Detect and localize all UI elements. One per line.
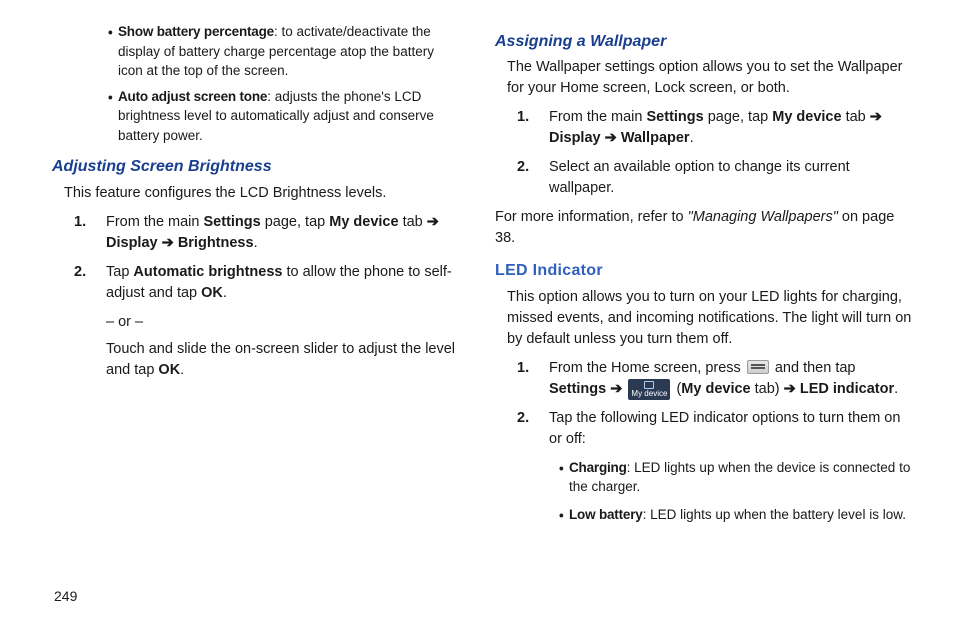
bullet-rest: : LED lights up when the battery level i…	[643, 507, 906, 522]
settings-label: Settings	[647, 109, 704, 125]
bullet-dot-icon: •	[559, 506, 564, 526]
page-number: 249	[54, 586, 77, 606]
text: and then tap	[771, 360, 856, 376]
step-number: 2.	[517, 408, 529, 429]
text: From the Home screen, press	[549, 360, 745, 376]
settings-label: Settings	[204, 214, 261, 230]
step-1: 1. From the main Settings page, tap My d…	[74, 212, 459, 254]
display-label: Display	[549, 130, 601, 146]
text: Select an available option to change its…	[549, 159, 850, 196]
step-number: 2.	[517, 157, 529, 178]
led-indicator-label: LED indicator	[800, 381, 894, 397]
bullet-lead: Low battery	[569, 507, 643, 522]
text: .	[894, 381, 898, 397]
bullet-lead: Auto adjust screen tone	[118, 89, 267, 104]
text: tab	[842, 109, 870, 125]
mydevice-label: My device	[772, 109, 841, 125]
xref-title: "Managing Wallpapers"	[688, 209, 838, 225]
led-sub-bullets: • Charging: LED lights up when the devic…	[559, 458, 914, 525]
mydevice-label: My device	[681, 381, 750, 397]
settings-label: Settings	[549, 381, 606, 397]
text: From the main	[549, 109, 647, 125]
display-label: Display	[106, 235, 158, 251]
text: .	[180, 362, 184, 378]
led-intro: This option allows you to turn on your L…	[507, 287, 914, 350]
my-device-tab-icon: My device	[628, 379, 670, 400]
arrow-icon: ➔	[427, 212, 439, 233]
auto-brightness-label: Automatic brightness	[133, 264, 282, 280]
step-number: 1.	[517, 358, 529, 379]
bullet-lead: Show battery percentage	[118, 24, 274, 39]
alt-instruction: Touch and slide the on-screen slider to …	[106, 339, 459, 381]
right-column: Assigning a Wallpaper The Wallpaper sett…	[495, 22, 914, 532]
bullet-dot-icon: •	[559, 459, 564, 479]
bullet-show-battery: • Show battery percentage: to activate/d…	[108, 22, 459, 81]
text: Tap the following LED indicator options …	[549, 410, 900, 447]
icon-label: My device	[631, 383, 667, 398]
text: For more information, refer to	[495, 209, 688, 225]
left-column: • Show battery percentage: to activate/d…	[40, 22, 459, 532]
text: .	[690, 130, 694, 146]
display-options-bullets: • Show battery percentage: to activate/d…	[40, 22, 459, 145]
step-2: 2. Tap the following LED indicator optio…	[517, 408, 914, 450]
text: (	[672, 381, 681, 397]
mydevice-label: My device	[329, 214, 398, 230]
bullet-lead: Charging	[569, 460, 627, 475]
brightness-intro: This feature configures the LCD Brightne…	[64, 183, 459, 204]
led-steps: 1. From the Home screen, press and then …	[517, 358, 914, 450]
step-2: 2. Select an available option to change …	[517, 157, 914, 199]
arrow-icon: ➔	[605, 128, 617, 149]
or-divider: – or –	[106, 312, 459, 333]
bullet-dot-icon: •	[108, 23, 113, 43]
step-number: 1.	[517, 107, 529, 128]
wallpaper-steps: 1. From the main Settings page, tap My d…	[517, 107, 914, 199]
heading-led-indicator: LED Indicator	[495, 259, 914, 282]
wallpaper-intro: The Wallpaper settings option allows you…	[507, 57, 914, 99]
text: page, tap	[261, 214, 330, 230]
step-1: 1. From the Home screen, press and then …	[517, 358, 914, 400]
text: tab)	[751, 381, 784, 397]
arrow-icon: ➔	[162, 233, 174, 254]
wallpaper-label: Wallpaper	[621, 130, 690, 146]
text: From the main	[106, 214, 204, 230]
brightness-label: Brightness	[178, 235, 254, 251]
bullet-dot-icon: •	[108, 88, 113, 108]
arrow-icon: ➔	[870, 107, 882, 128]
page-content: • Show battery percentage: to activate/d…	[0, 0, 954, 532]
bullet-auto-tone: • Auto adjust screen tone: adjusts the p…	[108, 87, 459, 146]
arrow-icon: ➔	[784, 379, 796, 400]
bullet-charging: • Charging: LED lights up when the devic…	[559, 458, 914, 497]
arrow-icon: ➔	[610, 379, 622, 400]
text: .	[254, 235, 258, 251]
ok-label: OK	[201, 285, 223, 301]
ok-label: OK	[158, 362, 180, 378]
menu-key-icon	[747, 360, 769, 374]
text: tab	[399, 214, 427, 230]
step-2: 2. Tap Automatic brightness to allow the…	[74, 262, 459, 304]
heading-adjusting-brightness: Adjusting Screen Brightness	[52, 155, 459, 178]
text: Tap	[106, 264, 133, 280]
step-number: 1.	[74, 212, 86, 233]
bullet-low-battery: • Low battery: LED lights up when the ba…	[559, 505, 914, 525]
heading-assigning-wallpaper: Assigning a Wallpaper	[495, 30, 914, 53]
text: .	[223, 285, 227, 301]
step-number: 2.	[74, 262, 86, 283]
brightness-steps: 1. From the main Settings page, tap My d…	[74, 212, 459, 304]
wallpaper-xref: For more information, refer to "Managing…	[495, 207, 914, 249]
text: page, tap	[704, 109, 773, 125]
step-1: 1. From the main Settings page, tap My d…	[517, 107, 914, 149]
